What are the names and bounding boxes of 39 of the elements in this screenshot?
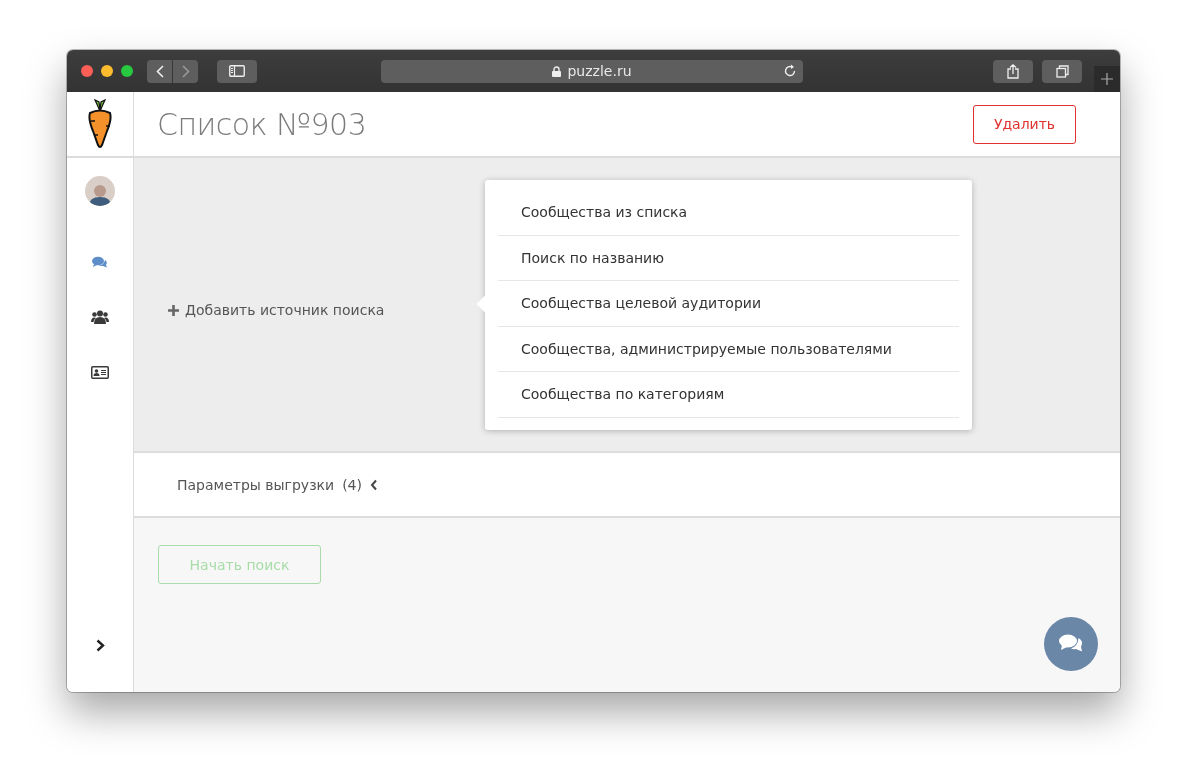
menu-item[interactable]: Сообщества целевой аудитории <box>498 281 959 327</box>
menu-item[interactable]: Сообщества по категориям <box>498 372 959 418</box>
export-params-toggle[interactable]: Параметры выгрузки (4) <box>177 476 378 493</box>
share-button[interactable] <box>993 59 1033 83</box>
delete-button[interactable]: Удалить <box>973 104 1076 144</box>
menu-item[interactable]: Сообщества из списка <box>498 190 959 236</box>
id-card-icon <box>91 366 109 379</box>
chevron-right-icon <box>181 64 190 78</box>
group-icon <box>91 310 109 324</box>
chevron-left-icon <box>155 64 164 78</box>
expand-sidebar-button[interactable] <box>95 639 105 652</box>
page-title: Список №903 <box>157 106 367 142</box>
lock-icon <box>552 65 562 77</box>
carrot-logo[interactable] <box>87 99 113 149</box>
reload-icon[interactable] <box>783 63 797 78</box>
url-text: puzzle.ru <box>567 63 632 79</box>
menu-item[interactable]: Поиск по названию <box>498 235 959 281</box>
close-window-button[interactable] <box>81 65 93 77</box>
tabs-icon <box>1055 64 1069 78</box>
tabs-button[interactable] <box>1042 59 1082 83</box>
avatar[interactable] <box>85 176 115 206</box>
chat-icon <box>92 256 108 268</box>
forward-button[interactable] <box>173 59 198 83</box>
plus-icon <box>1101 73 1113 85</box>
share-icon <box>1007 63 1019 79</box>
sidebar-nav-item[interactable] <box>91 366 109 379</box>
back-button[interactable] <box>147 59 172 83</box>
sidebar-nav-item[interactable] <box>91 310 109 324</box>
new-tab-button[interactable] <box>1094 66 1120 92</box>
sidebar-toggle-button[interactable] <box>217 59 257 83</box>
chat-button[interactable] <box>1044 617 1098 671</box>
add-source-button[interactable]: Добавить источник поиска <box>168 302 385 318</box>
chevron-icon <box>369 478 378 491</box>
zoom-window-button[interactable] <box>121 65 133 77</box>
minimize-window-button[interactable] <box>101 65 113 77</box>
address-bar[interactable]: puzzle.ru <box>381 59 803 83</box>
plus-icon <box>168 304 179 316</box>
sidebar-icon <box>229 65 245 77</box>
menu-item[interactable]: Сообщества, администрируемые пользователями <box>498 326 959 372</box>
